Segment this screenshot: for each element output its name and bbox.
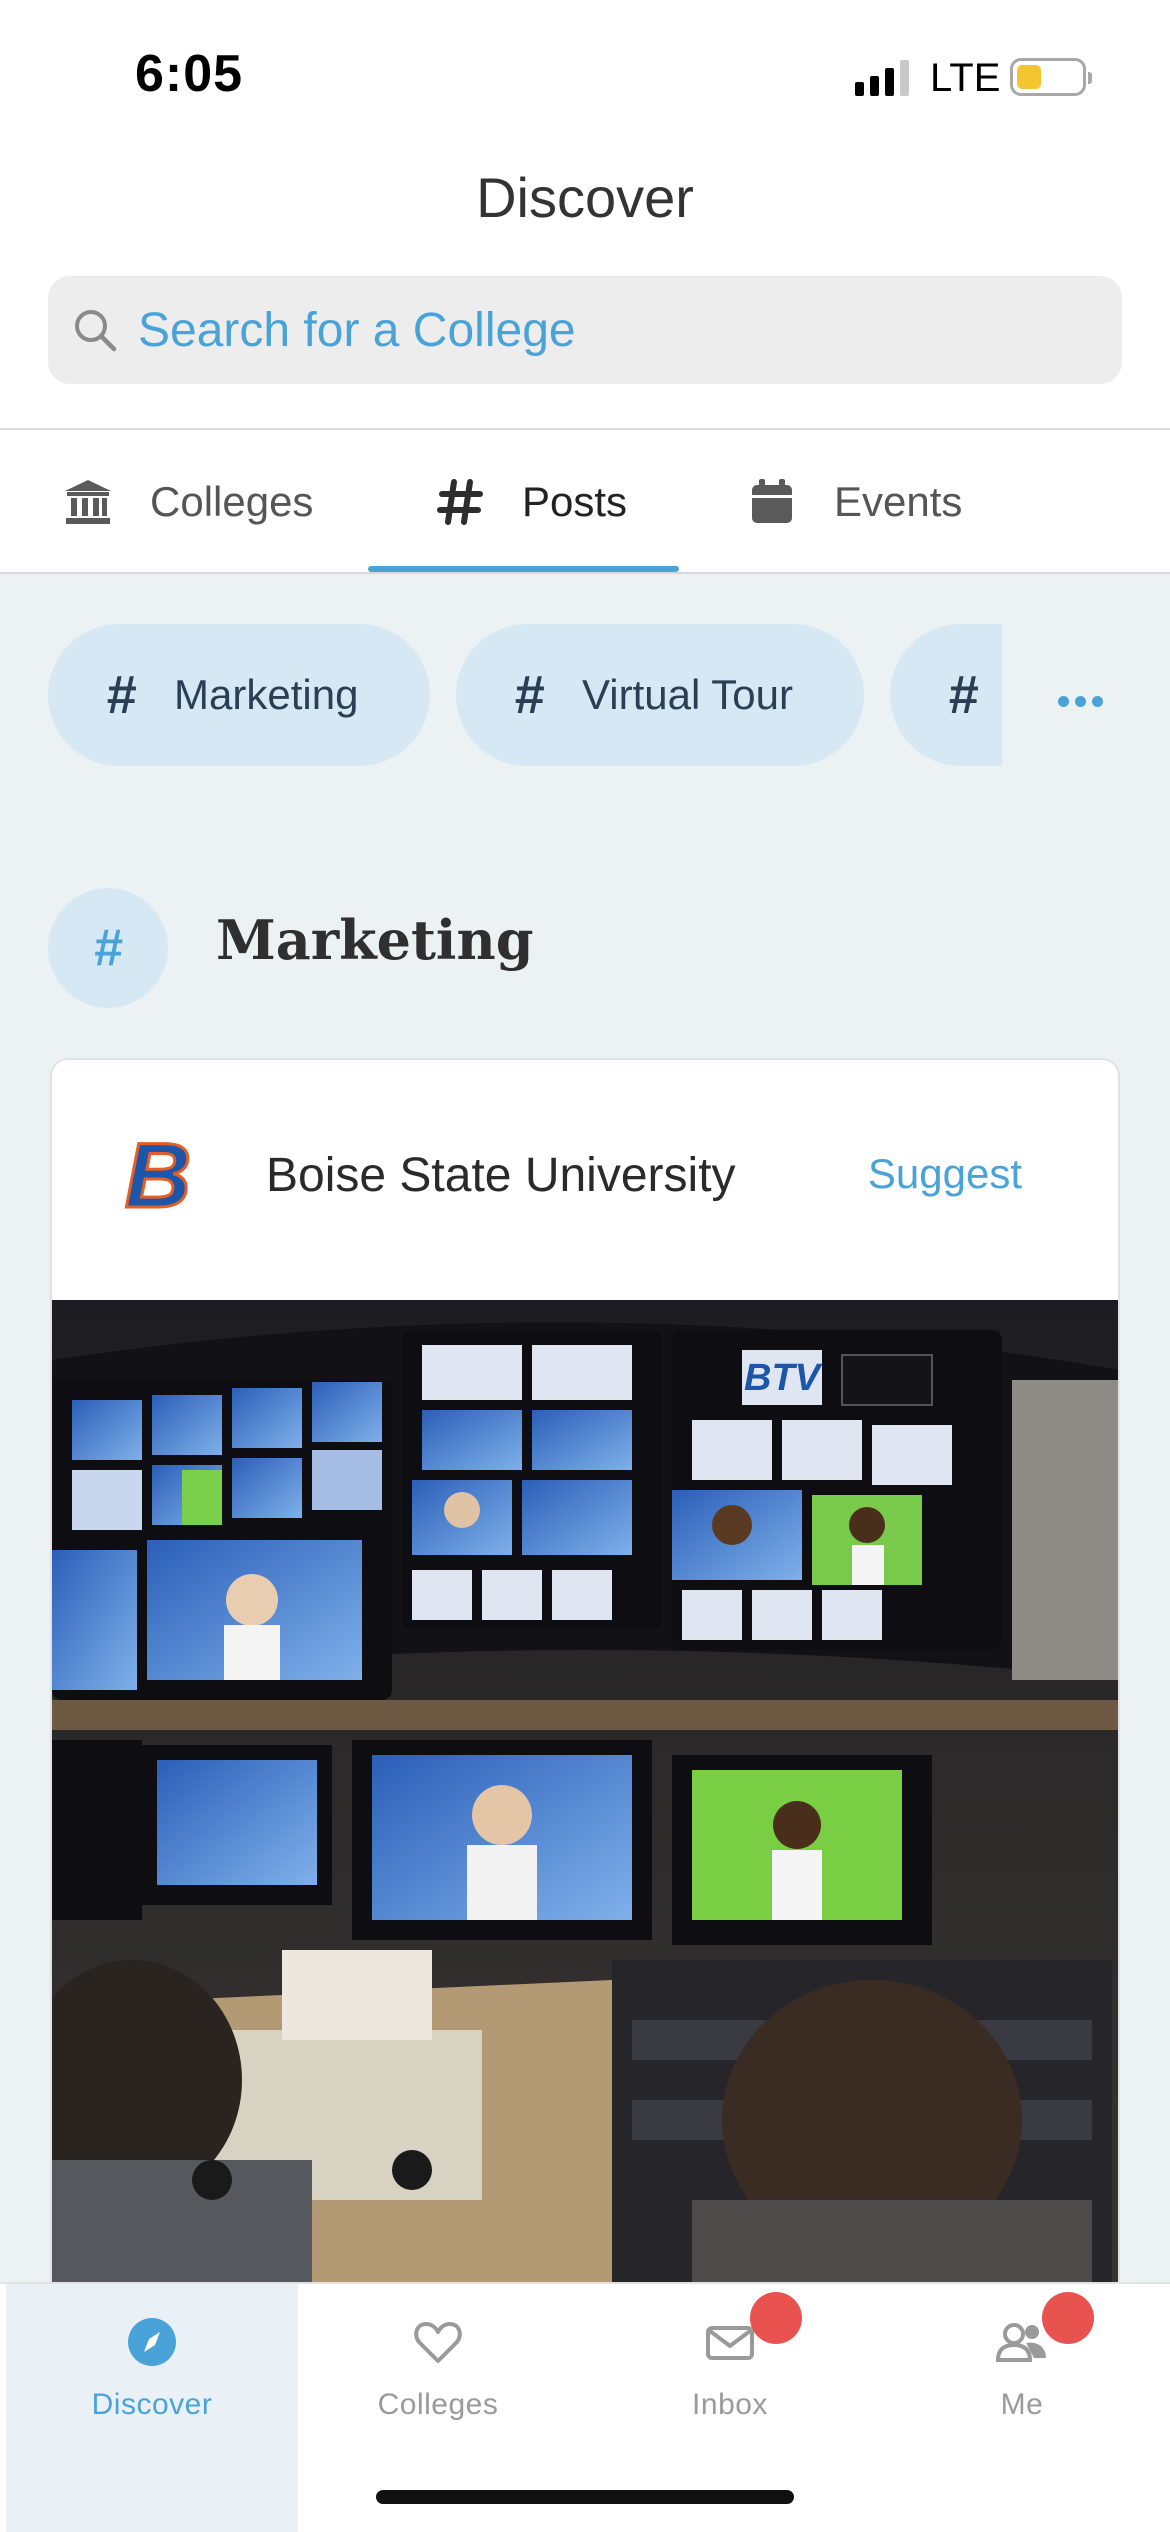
search-input[interactable]: Search for a College [48,276,1122,384]
tab-label: Colleges [150,477,314,525]
people-icon [994,2292,1094,2370]
tab-label: Events [834,477,963,525]
notification-badge [1042,2292,1094,2344]
nav-discover[interactable]: Discover [6,2284,298,2532]
post-header: B Boise State University Suggest [52,1060,1118,1300]
nav-label: Inbox [692,2388,768,2421]
network-type: LTE [930,56,1001,100]
studio-photo: BTV [52,1300,1118,2282]
home-indicator [376,2490,794,2504]
bank-icon [62,476,114,528]
hashtag-icon: # [948,665,979,725]
post-card[interactable]: B Boise State University Suggest BTV [50,1058,1120,2282]
search-placeholder: Search for a College [138,303,576,357]
hashtag-icon: # [48,888,168,1008]
topic-chip-marketing[interactable]: # Marketing [48,624,430,766]
more-icon[interactable] [1058,696,1103,707]
tab-colleges[interactable]: Colleges [62,430,313,573]
hashtag-icon: # [514,665,545,725]
college-name[interactable]: Boise State University [266,1148,736,1203]
chip-label: Virtual Tour [582,671,793,718]
chip-label: Marketing [174,671,359,718]
battery-icon [1010,58,1092,96]
compass-icon [124,2314,180,2370]
tab-posts[interactable]: Posts [434,430,627,573]
photo-sign: BTV [744,1357,823,1399]
page-title: Discover [476,166,694,229]
status-bar: 6:05 LTE [0,0,1170,140]
section-title: Marketing [216,908,534,972]
heart-icon [410,2314,466,2370]
nav-label: Me [1000,2388,1044,2421]
nav-label: Discover [91,2388,213,2421]
hashtag-icon [434,476,486,528]
signal-icon [855,60,909,96]
tab-label: Posts [522,477,628,525]
nav-me[interactable]: Me [876,2284,1168,2532]
post-photo[interactable]: BTV [52,1300,1118,2282]
hashtag-icon: # [106,665,137,725]
suggest-button[interactable]: Suggest [868,1150,1022,1198]
tab-events[interactable]: Events [746,430,962,573]
tab-bar: Colleges Posts Events [0,430,1170,573]
topic-chip-virtual-tour[interactable]: # Virtual Tour [456,624,864,766]
notification-badge [750,2292,802,2344]
topic-chip-list[interactable]: # Marketing # Virtual Tour # [48,624,1002,766]
posts-feed[interactable]: # Marketing # Virtual Tour # # Marketing… [0,574,1170,2282]
envelope-icon [702,2292,802,2370]
boise-state-logo[interactable]: B [108,1135,208,1215]
logo-letter: B [125,1135,191,1215]
calendar-icon [746,476,798,528]
nav-label: Colleges [377,2388,499,2421]
search-icon [75,310,117,352]
status-time: 6:05 [135,45,244,103]
topic-chip-partial[interactable]: # [890,624,1002,766]
